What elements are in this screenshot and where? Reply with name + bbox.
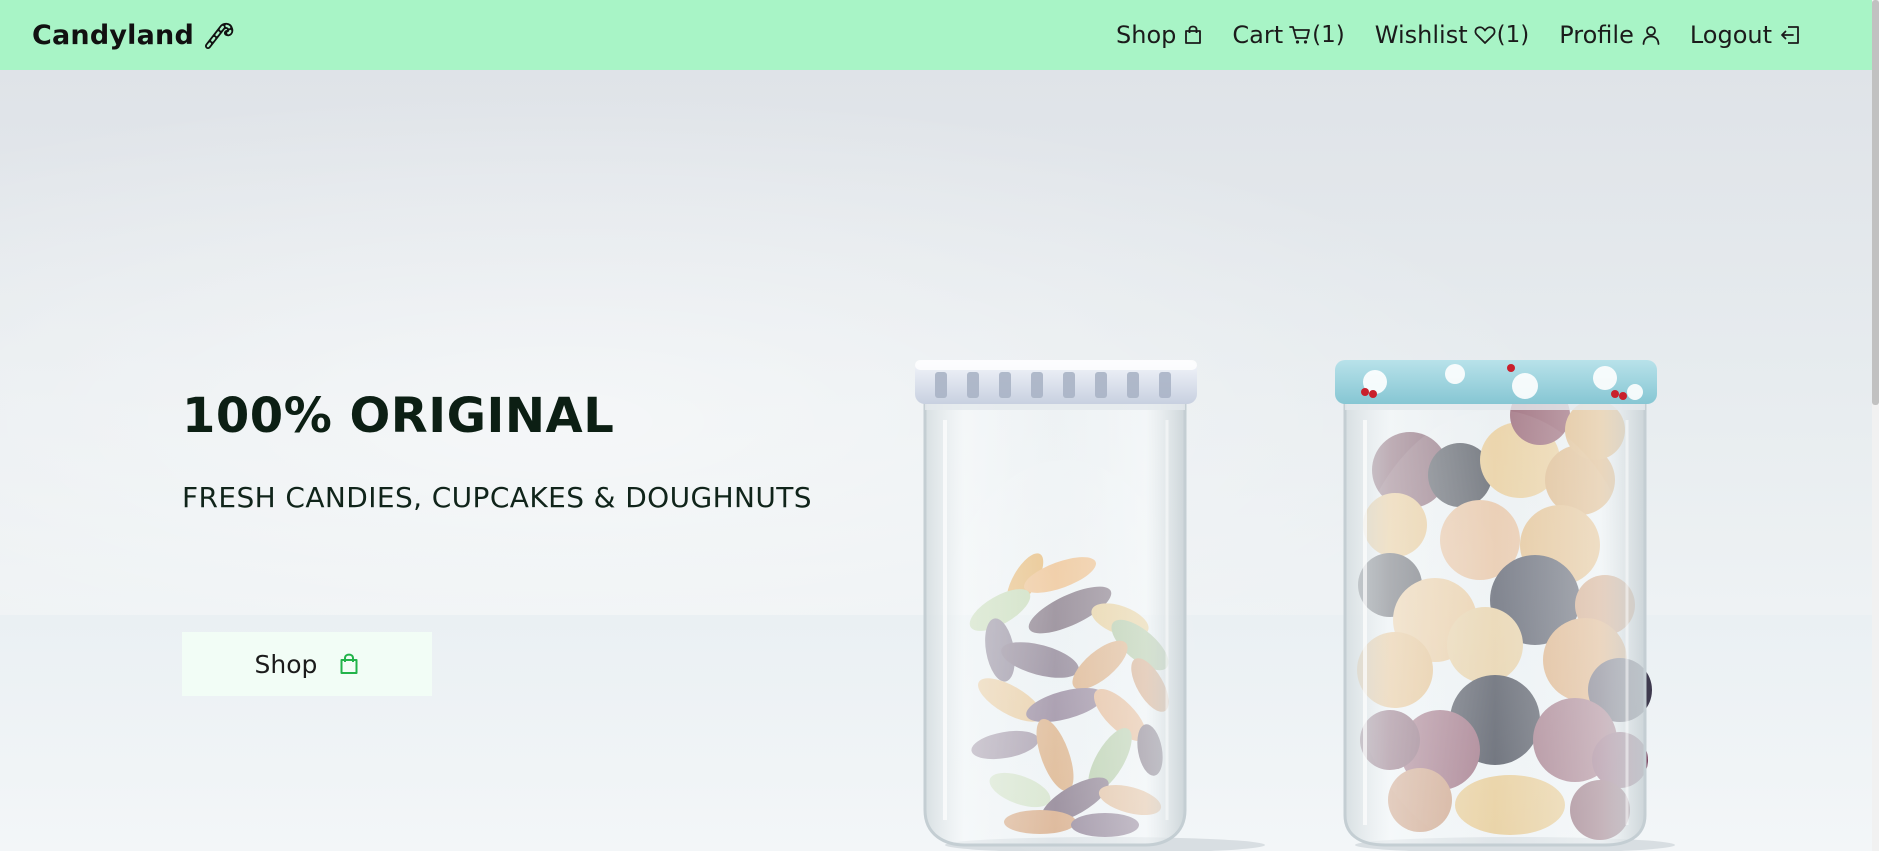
user-icon bbox=[1642, 25, 1660, 45]
nav-shop-label: Shop bbox=[1116, 21, 1177, 49]
nav-cart-label: Cart bbox=[1232, 21, 1284, 49]
candy-jars-photo bbox=[915, 360, 1675, 851]
nav-shop[interactable]: Shop bbox=[1116, 21, 1202, 49]
logout-icon bbox=[1780, 25, 1800, 45]
heart-icon bbox=[1474, 25, 1496, 45]
hero-text: 100% ORIGINAL FRESH CANDIES, CUPCAKES & … bbox=[182, 388, 812, 514]
shopping-bag-icon bbox=[339, 653, 359, 675]
navbar: Candyland Shop Cart (1) Wishlist (1) Pro… bbox=[0, 0, 1872, 70]
cart-icon bbox=[1289, 25, 1311, 45]
brand-name: Candyland bbox=[32, 19, 195, 51]
hero-subline: FRESH CANDIES, CUPCAKES & DOUGHNUTS bbox=[182, 481, 812, 514]
nav-profile-label: Profile bbox=[1559, 21, 1634, 49]
nav-profile[interactable]: Profile bbox=[1559, 21, 1660, 49]
cart-count: (1) bbox=[1312, 22, 1345, 48]
nav-logout[interactable]: Logout bbox=[1690, 21, 1800, 49]
nav-wishlist[interactable]: Wishlist (1) bbox=[1375, 21, 1529, 49]
scrollbar-thumb[interactable] bbox=[1872, 0, 1879, 405]
page: Candyland Shop Cart (1) Wishlist (1) Pro… bbox=[0, 0, 1879, 851]
hero-headline: 100% ORIGINAL bbox=[182, 388, 615, 444]
hero-shop-button[interactable]: Shop bbox=[182, 632, 432, 696]
main-nav: Shop Cart (1) Wishlist (1) Profile Logou… bbox=[1116, 21, 1800, 49]
candy-cane-icon bbox=[205, 22, 234, 49]
nav-wishlist-label: Wishlist bbox=[1374, 21, 1468, 49]
page-scrollbar[interactable] bbox=[1872, 0, 1879, 851]
wishlist-count: (1) bbox=[1496, 22, 1530, 48]
nav-cart[interactable]: Cart (1) bbox=[1232, 21, 1344, 49]
shopping-bag-icon bbox=[1184, 25, 1202, 45]
hero-banner: 100% ORIGINAL FRESH CANDIES, CUPCAKES & … bbox=[0, 70, 1872, 851]
brand-logo[interactable]: Candyland bbox=[32, 20, 234, 51]
hero-shop-label: Shop bbox=[254, 649, 318, 679]
nav-logout-label: Logout bbox=[1689, 21, 1772, 49]
